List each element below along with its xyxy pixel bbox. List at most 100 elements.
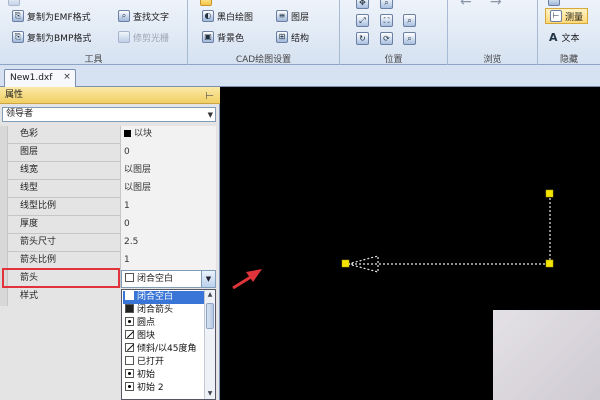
closed-blank-icon: [125, 273, 134, 282]
zoom-dropdown-icon[interactable]: ⌕: [403, 14, 416, 27]
oblique-icon: [125, 343, 134, 352]
structure-button[interactable]: ⊞ 结构: [276, 29, 309, 45]
tab-new1-dxf[interactable]: New1.dxf ×: [4, 69, 76, 87]
copy-as-emf-button[interactable]: ⎘ 复制为EMF格式: [12, 8, 91, 24]
ribbon-group-cad-caption: CAD绘图设置: [235, 55, 292, 65]
find-text-button[interactable]: ⌕ 查找文字: [118, 8, 169, 24]
arrow-type-dropdown: 闭合空白 闭合箭头 圆点 图块 倾斜/以45度角 已打开 初始 初始 2 ▲ ▼: [121, 289, 216, 400]
arrow-option-oblique[interactable]: 倾斜/以45度角: [123, 343, 204, 356]
trim-raster-button[interactable]: 修剪光栅: [118, 29, 169, 45]
drawing-canvas[interactable]: [221, 87, 600, 400]
close-icon[interactable]: ×: [62, 73, 72, 83]
property-value-linetype-scale[interactable]: 1: [121, 198, 216, 216]
color-swatch-icon: [124, 130, 131, 137]
measure-button[interactable]: ⊢ 测量: [545, 8, 589, 24]
property-row-lineweight: 线宽 以图层: [0, 162, 216, 180]
background-color-icon: ▣: [202, 31, 214, 43]
copy-as-bmp-label: 复制为BMP格式: [27, 33, 92, 44]
watermark-area: [493, 310, 600, 400]
rotate-icon[interactable]: ↻: [356, 32, 369, 45]
black-white-label: 黑白绘图: [217, 12, 254, 23]
object-type-select[interactable]: 领导者 ▼: [2, 107, 216, 122]
closed-arrow-icon: [125, 304, 134, 313]
black-white-button[interactable]: ◐ 黑白绘图: [202, 8, 253, 24]
leader-entity[interactable]: [341, 189, 554, 273]
arrow-type-select[interactable]: 闭合空白 ▼: [121, 270, 216, 288]
arrow-option-closed-blank[interactable]: 闭合空白: [123, 291, 204, 304]
background-partial-button[interactable]: [200, 0, 215, 8]
zoom-extents-icon[interactable]: ⤢: [356, 14, 369, 27]
arrow-option-dot[interactable]: 圆点: [123, 317, 204, 330]
structure-icon: ⊞: [276, 31, 288, 43]
text-icon: A: [549, 30, 558, 44]
chevron-down-icon: ▼: [207, 111, 213, 119]
property-row-layer: 图层 0: [0, 144, 216, 162]
property-label: 厚度: [8, 216, 121, 234]
zoom-window-icon[interactable]: ⌕: [380, 0, 393, 9]
property-value-arrow-size[interactable]: 2.5: [121, 234, 216, 252]
copy-as-bmp-button[interactable]: ⎘ 复制为BMP格式: [12, 29, 91, 45]
background-color-button[interactable]: ▣ 背景色: [202, 29, 244, 45]
ribbon-group-browse: ← → 浏览: [448, 0, 538, 65]
scroll-up-icon[interactable]: ▲: [205, 290, 215, 300]
zoom-out-dropdown-icon[interactable]: ⌕: [403, 32, 416, 45]
text-label: 文本: [561, 33, 580, 44]
property-value-lineweight[interactable]: 以图层: [121, 162, 216, 180]
dropdown-scrollbar[interactable]: ▲ ▼: [204, 290, 215, 399]
scroll-down-icon[interactable]: ▼: [205, 389, 215, 399]
property-value-color[interactable]: 以块: [121, 126, 216, 144]
hide-partial-button[interactable]: [548, 0, 563, 8]
tab-label: New1.dxf: [10, 73, 53, 83]
property-row-arrow-size: 箭头尺寸 2.5: [0, 234, 216, 252]
property-label: 线宽: [8, 162, 121, 180]
red-pointer-arrow-icon: [232, 269, 262, 290]
refresh-view-icon[interactable]: ⟳: [380, 32, 393, 45]
black-white-icon: ◐: [202, 10, 214, 22]
copy-emf-icon: ⎘: [12, 10, 24, 22]
property-value-linetype[interactable]: 以图层: [121, 180, 216, 198]
grip-start[interactable]: [341, 259, 350, 268]
property-label: 样式: [20, 291, 39, 301]
ribbon: ⎘ 复制为EMF格式 ⎘ 复制为BMP格式 ⌕ 查找文字 修剪光栅 工具 ◐ 黑…: [0, 0, 600, 65]
forward-arrow-icon[interactable]: →: [490, 0, 502, 10]
property-value-arrow-scale[interactable]: 1: [121, 252, 216, 270]
ribbon-group-tools-caption: 工具: [84, 55, 103, 65]
property-label: 箭头尺寸: [8, 234, 121, 252]
trim-raster-icon: [118, 31, 130, 43]
back-arrow-icon[interactable]: ←: [460, 0, 472, 10]
ribbon-group-position-caption: 位置: [384, 55, 403, 65]
arrow-option-origin[interactable]: 初始: [123, 369, 204, 382]
property-value-thickness[interactable]: 0: [121, 216, 216, 234]
grip-end[interactable]: [545, 189, 554, 198]
background-icon: [200, 0, 212, 6]
ribbon-group-hide: ⊢ 测量 A 文本 隐藏: [538, 0, 600, 65]
property-label: 线型: [8, 180, 121, 198]
arrow-option-origin-2[interactable]: 初始 2: [123, 382, 204, 395]
arrow-option-block[interactable]: 图块: [123, 330, 204, 343]
property-value-layer[interactable]: 0: [121, 144, 216, 162]
ribbon-group-hide-caption: 隐藏: [559, 55, 578, 65]
pin-icon[interactable]: ⊢: [205, 89, 214, 105]
text-button[interactable]: A 文本: [549, 29, 580, 45]
trim-raster-label: 修剪光栅: [133, 33, 170, 44]
layers-button[interactable]: ≡ 图层: [276, 8, 309, 24]
arrow-type-value: 闭合空白: [137, 274, 174, 284]
property-row-thickness: 厚度 0: [0, 216, 216, 234]
properties-title: 属性: [5, 90, 24, 100]
copy-emf-button-partial[interactable]: [8, 0, 23, 8]
pan-icon[interactable]: ✥: [356, 0, 369, 9]
property-row-linetype-scale: 线型比例 1: [0, 198, 216, 216]
grip-corner[interactable]: [545, 259, 554, 268]
property-label: 线型比例: [8, 198, 121, 216]
fit-screen-icon[interactable]: ⛶: [380, 14, 393, 27]
arrow-option-closed-arrow[interactable]: 闭合箭头: [123, 304, 204, 317]
arrow-label-highlight: [2, 268, 120, 288]
scroll-thumb[interactable]: [206, 303, 214, 329]
chevron-down-icon[interactable]: ▼: [201, 271, 215, 287]
copy-icon: [8, 0, 20, 6]
measure-label: 测量: [565, 12, 584, 23]
arrow-option-open[interactable]: 已打开: [123, 356, 204, 369]
layers-label: 图层: [291, 12, 310, 23]
block-icon: [125, 330, 134, 339]
origin-2-icon: [125, 382, 134, 391]
